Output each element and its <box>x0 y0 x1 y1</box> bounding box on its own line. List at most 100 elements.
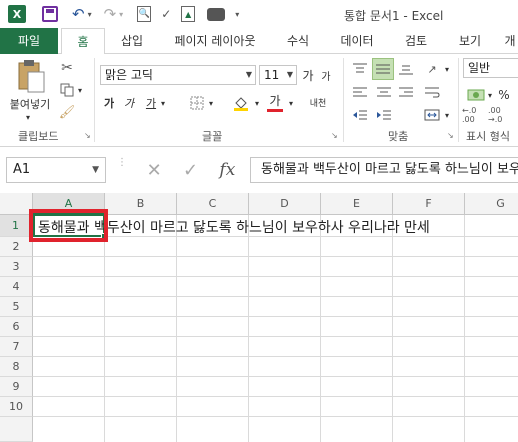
grow-font-button[interactable]: 가 <box>300 67 316 83</box>
column-header-b[interactable]: B <box>105 193 177 215</box>
increase-decimal-icon[interactable]: ←.0 .00 <box>462 106 486 124</box>
tab-view[interactable]: 보기 <box>450 28 490 54</box>
undo-icon[interactable]: ↶ <box>72 5 85 23</box>
clipboard-launcher-icon[interactable]: ↘ <box>84 131 91 140</box>
row-header-3[interactable]: 3 <box>0 257 33 277</box>
quick-access-toolbar: X ↶ ▾ ↷ ▾ 🔍 ✓ ▲ ▾ <box>8 4 239 24</box>
tab-data[interactable]: 데이터 <box>332 28 382 54</box>
qat-customize-icon[interactable]: ▾ <box>235 10 239 19</box>
fill-color-dropdown-icon[interactable]: ▾ <box>252 94 262 112</box>
borders-dropdown-icon[interactable]: ▾ <box>206 94 216 112</box>
column-header-c[interactable]: C <box>177 193 249 215</box>
gridline <box>320 215 321 442</box>
paste-dropdown-icon[interactable]: ▾ <box>22 112 34 122</box>
worksheet-grid[interactable]: A B C D E F G 1 2 3 4 5 6 7 8 9 10 동해물과 … <box>0 193 518 442</box>
gridline <box>33 396 518 397</box>
formula-bar-grip-icon[interactable]: ⋮ <box>117 158 127 180</box>
font-color-dropdown-icon[interactable]: ▾ <box>286 94 296 112</box>
font-name-combo[interactable]: 맑은 고딕 ▼ <box>100 65 256 85</box>
chevron-down-icon: ▼ <box>286 70 293 79</box>
align-center-icon[interactable] <box>374 84 394 102</box>
save-icon[interactable] <box>42 6 58 22</box>
merge-center-icon[interactable] <box>422 106 442 124</box>
row-header-5[interactable]: 5 <box>0 297 33 317</box>
align-left-icon[interactable] <box>350 84 370 102</box>
excel-logo-icon: X <box>8 5 26 23</box>
row-header-7[interactable]: 7 <box>0 337 33 357</box>
tab-insert[interactable]: 삽입 <box>112 28 152 54</box>
row-header-4[interactable]: 4 <box>0 277 33 297</box>
decrease-decimal-icon[interactable]: .00 →.0 <box>488 106 512 124</box>
formula-input[interactable]: 동해물과 백두산이 마르고 닳도록 하느님이 보우하사 우리나라 만세 <box>250 157 518 183</box>
merge-dropdown-icon[interactable]: ▾ <box>442 106 452 124</box>
shrink-font-button[interactable]: 가 <box>318 67 334 83</box>
percent-icon[interactable]: % <box>496 86 512 104</box>
tab-formulas[interactable]: 수식 <box>278 28 318 54</box>
row-header-6[interactable]: 6 <box>0 317 33 337</box>
group-label-alignment: 맞춤 <box>388 130 409 143</box>
print-preview-icon[interactable]: 🔍 <box>137 6 152 22</box>
align-top-icon[interactable] <box>350 60 370 78</box>
row-header-10[interactable]: 10 <box>0 397 33 417</box>
paste-button[interactable]: 붙여넣기 <box>4 96 56 112</box>
group-label-clipboard: 클립보드 <box>18 130 59 143</box>
cancel-entry-icon[interactable]: ✕ <box>147 160 162 181</box>
window-title: 통합 문서1 - Excel <box>344 9 444 23</box>
group-divider <box>94 58 95 142</box>
underline-dropdown-icon[interactable]: ▾ <box>158 94 168 112</box>
gridline <box>33 316 518 317</box>
column-header-g[interactable]: G <box>465 193 518 215</box>
group-divider <box>458 58 459 142</box>
format-painter-icon[interactable]: 🖌 <box>58 104 76 120</box>
borders-icon[interactable] <box>188 94 206 112</box>
tab-review[interactable]: 검토 <box>396 28 436 54</box>
row-header-11[interactable] <box>0 417 33 442</box>
row-header-9[interactable]: 9 <box>0 377 33 397</box>
underline-button[interactable]: 가 <box>144 94 158 112</box>
align-right-icon[interactable] <box>396 84 416 102</box>
insert-function-button[interactable]: fx <box>219 160 235 180</box>
confirm-entry-icon[interactable]: ✓ <box>183 160 198 181</box>
copy-dropdown-icon[interactable]: ▾ <box>76 82 84 98</box>
increase-indent-icon[interactable] <box>374 106 394 124</box>
bold-button[interactable]: 가 <box>102 94 116 112</box>
gridline <box>464 215 465 442</box>
name-box[interactable]: A1 ▼ <box>6 157 106 183</box>
undo-dropdown-icon[interactable]: ▾ <box>88 10 92 19</box>
tab-home[interactable]: 홈 <box>61 28 105 55</box>
wrap-text-icon[interactable] <box>422 84 442 102</box>
currency-dropdown-icon[interactable]: ▾ <box>486 86 494 104</box>
font-launcher-icon[interactable]: ↘ <box>331 131 338 140</box>
currency-icon[interactable] <box>466 86 486 104</box>
orientation-dropdown-icon[interactable]: ▾ <box>442 60 452 78</box>
column-header-f[interactable]: F <box>393 193 465 215</box>
redo-icon[interactable]: ↷ <box>104 5 117 23</box>
spelling-icon[interactable]: ✓ <box>161 7 171 21</box>
gridline <box>248 215 249 442</box>
row-header-8[interactable]: 8 <box>0 357 33 377</box>
column-header-e[interactable]: E <box>321 193 393 215</box>
decrease-indent-icon[interactable] <box>350 106 370 124</box>
phonetic-button[interactable]: 내천 <box>308 92 328 112</box>
clipboard-share-icon[interactable]: ▲ <box>181 6 196 22</box>
fill-color-icon[interactable] <box>232 94 250 112</box>
column-header-d[interactable]: D <box>249 193 321 215</box>
align-bottom-icon[interactable] <box>396 60 416 78</box>
redo-dropdown-icon[interactable]: ▾ <box>119 10 123 19</box>
orientation-icon[interactable]: ↗ <box>422 60 442 78</box>
number-format-combo[interactable]: 일반 <box>463 58 518 78</box>
alignment-launcher-icon[interactable]: ↘ <box>447 131 454 140</box>
italic-button[interactable]: 가 <box>122 94 136 112</box>
title-bar: X ↶ ▾ ↷ ▾ 🔍 ✓ ▲ ▾ 통합 문서1 - Excel <box>0 0 518 28</box>
copy-icon[interactable] <box>58 82 76 98</box>
font-color-button[interactable]: 가 <box>266 92 284 112</box>
tab-page-layout[interactable]: 페이지 레이아웃 <box>160 28 270 54</box>
align-middle-icon[interactable] <box>372 58 394 80</box>
camera-icon[interactable] <box>207 7 226 21</box>
gridline <box>33 256 518 257</box>
cut-icon[interactable]: ✂ <box>58 60 76 76</box>
paste-icon[interactable] <box>14 58 48 94</box>
tab-developer[interactable]: 개 <box>502 28 518 54</box>
font-size-combo[interactable]: 11 ▼ <box>259 65 297 85</box>
tab-file[interactable]: 파일 <box>0 28 58 54</box>
